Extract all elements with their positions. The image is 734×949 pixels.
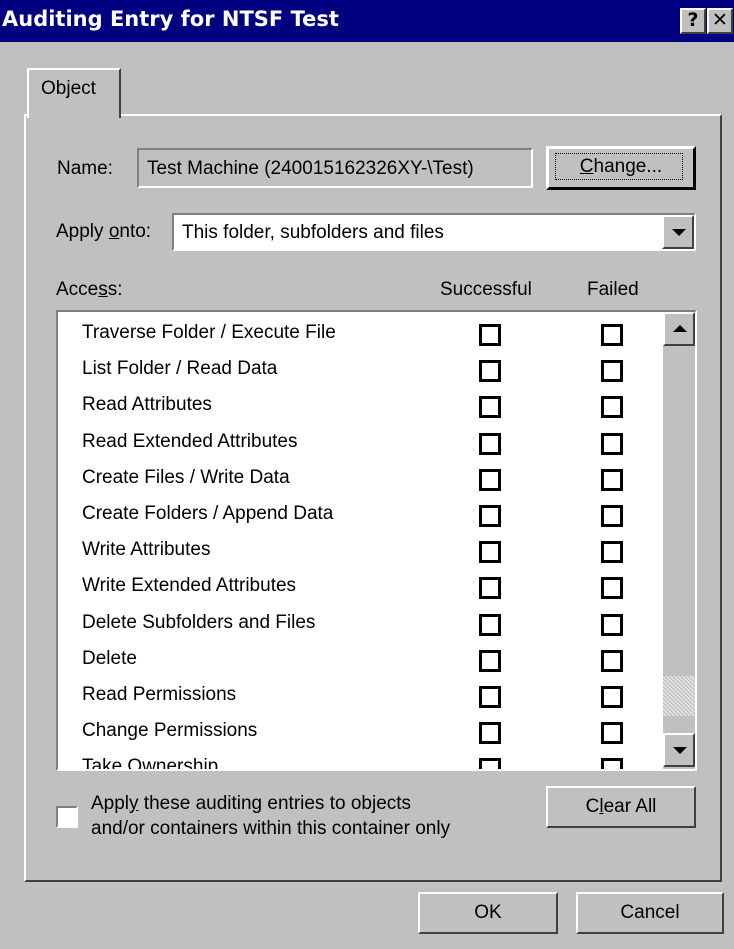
failed-checkbox[interactable] <box>601 324 623 346</box>
access-row: Create Files / Write Data <box>58 461 658 497</box>
access-row: List Folder / Read Data <box>58 352 658 388</box>
successful-checkbox[interactable] <box>479 360 501 383</box>
failed-checkbox[interactable] <box>601 360 623 383</box>
access-row: Delete Subfolders and Files <box>58 606 658 642</box>
clear-all-label: Clear All <box>585 796 657 817</box>
access-row: Create Folders / Append Data <box>58 497 658 533</box>
access-row-label: Delete <box>82 647 137 669</box>
successful-checkbox[interactable] <box>479 577 501 600</box>
successful-checkbox[interactable] <box>479 686 501 708</box>
apply-container-only-label-line2: and/or containers within this container … <box>91 818 451 839</box>
access-row: Delete <box>58 642 658 678</box>
tab-object-label: Object <box>41 78 96 99</box>
successful-checkbox[interactable] <box>479 468 501 491</box>
clear-all-button[interactable]: Clear All <box>546 786 696 828</box>
access-row: Write Attributes <box>58 533 658 569</box>
successful-column-header: Successful <box>440 279 532 300</box>
access-row-label: Delete Subfolders and Files <box>82 611 316 633</box>
failed-checkbox[interactable] <box>601 396 623 419</box>
successful-checkbox[interactable] <box>479 722 501 745</box>
change-button-label: Change... <box>579 156 663 177</box>
arrow-down-icon <box>673 747 687 754</box>
access-row: Change Permissions <box>58 714 658 750</box>
apply-onto-dropdown-button[interactable] <box>662 215 694 249</box>
ok-button[interactable]: OK <box>418 892 558 934</box>
close-button[interactable]: ✕ <box>707 8 733 34</box>
failed-checkbox[interactable] <box>601 649 623 672</box>
access-row-label: Create Folders / Append Data <box>82 503 334 524</box>
failed-checkbox[interactable] <box>601 505 623 527</box>
successful-checkbox[interactable] <box>479 649 501 672</box>
access-row-label: Change Permissions <box>82 720 258 742</box>
failed-column-header: Failed <box>587 279 639 300</box>
access-row-label: Create Files / Write Data <box>82 466 290 488</box>
apply-onto-select[interactable]: This folder, subfolders and files <box>172 213 696 251</box>
scroll-down-button[interactable] <box>663 733 695 767</box>
apply-container-only-checkbox[interactable] <box>56 806 78 828</box>
failed-checkbox[interactable] <box>601 577 623 600</box>
access-row-label: Write Attributes <box>82 539 211 561</box>
apply-onto-value: This folder, subfolders and files <box>182 222 444 243</box>
failed-checkbox[interactable] <box>601 758 623 769</box>
name-field: Test Machine (240015162326XY-\Test) <box>137 148 533 188</box>
access-row: Write Extended Attributes <box>58 569 658 605</box>
access-row: Read Extended Attributes <box>58 425 658 461</box>
close-icon: ✕ <box>712 9 728 31</box>
change-button[interactable]: Change... <box>546 146 696 190</box>
vertical-scrollbar[interactable] <box>663 312 695 769</box>
access-row: Traverse Folder / Execute File <box>58 316 658 352</box>
apply-container-only-label-line1: Apply these auditing entries to objects <box>91 793 412 814</box>
successful-checkbox[interactable] <box>479 396 501 419</box>
access-row-label: Read Extended Attributes <box>82 430 298 452</box>
access-row-label: Take Ownership <box>82 756 219 771</box>
access-row-label: Read Permissions <box>82 684 237 705</box>
access-row: Read Attributes <box>58 388 658 424</box>
successful-checkbox[interactable] <box>479 324 501 346</box>
apply-onto-label: Apply onto: <box>56 221 152 242</box>
access-row: Read Permissions <box>58 678 658 714</box>
failed-checkbox[interactable] <box>601 541 623 564</box>
access-header: Access: <box>56 279 123 300</box>
help-button[interactable]: ? <box>680 8 706 34</box>
access-row-label: List Folder / Read Data <box>82 358 278 380</box>
failed-checkbox[interactable] <box>601 722 623 745</box>
scroll-up-button[interactable] <box>663 312 695 346</box>
arrow-up-icon <box>673 325 687 332</box>
cancel-button[interactable]: Cancel <box>576 892 724 934</box>
successful-checkbox[interactable] <box>479 432 501 455</box>
successful-checkbox[interactable] <box>479 758 501 769</box>
chevron-down-icon <box>672 229 686 236</box>
access-list: Traverse Folder / Execute File List Folde… <box>56 310 697 771</box>
access-row: Take Ownership <box>58 750 658 771</box>
cancel-label: Cancel <box>620 902 680 923</box>
failed-checkbox[interactable] <box>601 686 623 708</box>
access-row-label: Write Extended Attributes <box>82 575 297 597</box>
ok-label: OK <box>474 902 502 923</box>
help-icon: ? <box>687 9 699 31</box>
access-row-label: Traverse Folder / Execute File <box>82 322 336 343</box>
failed-checkbox[interactable] <box>601 468 623 491</box>
failed-checkbox[interactable] <box>601 613 623 636</box>
name-label: Name: <box>57 158 113 179</box>
window-title: Auditing Entry for NTSF Test <box>2 7 339 31</box>
name-value: Test Machine (240015162326XY-\Test) <box>147 158 474 179</box>
successful-checkbox[interactable] <box>479 613 501 636</box>
title-bar: Auditing Entry for NTSF Test ? ✕ <box>0 0 734 42</box>
access-row-label: Read Attributes <box>82 394 212 416</box>
failed-checkbox[interactable] <box>601 432 623 455</box>
successful-checkbox[interactable] <box>479 505 501 527</box>
tab-object[interactable]: Object <box>27 68 121 118</box>
successful-checkbox[interactable] <box>479 541 501 564</box>
scroll-track-lower[interactable] <box>663 676 695 716</box>
